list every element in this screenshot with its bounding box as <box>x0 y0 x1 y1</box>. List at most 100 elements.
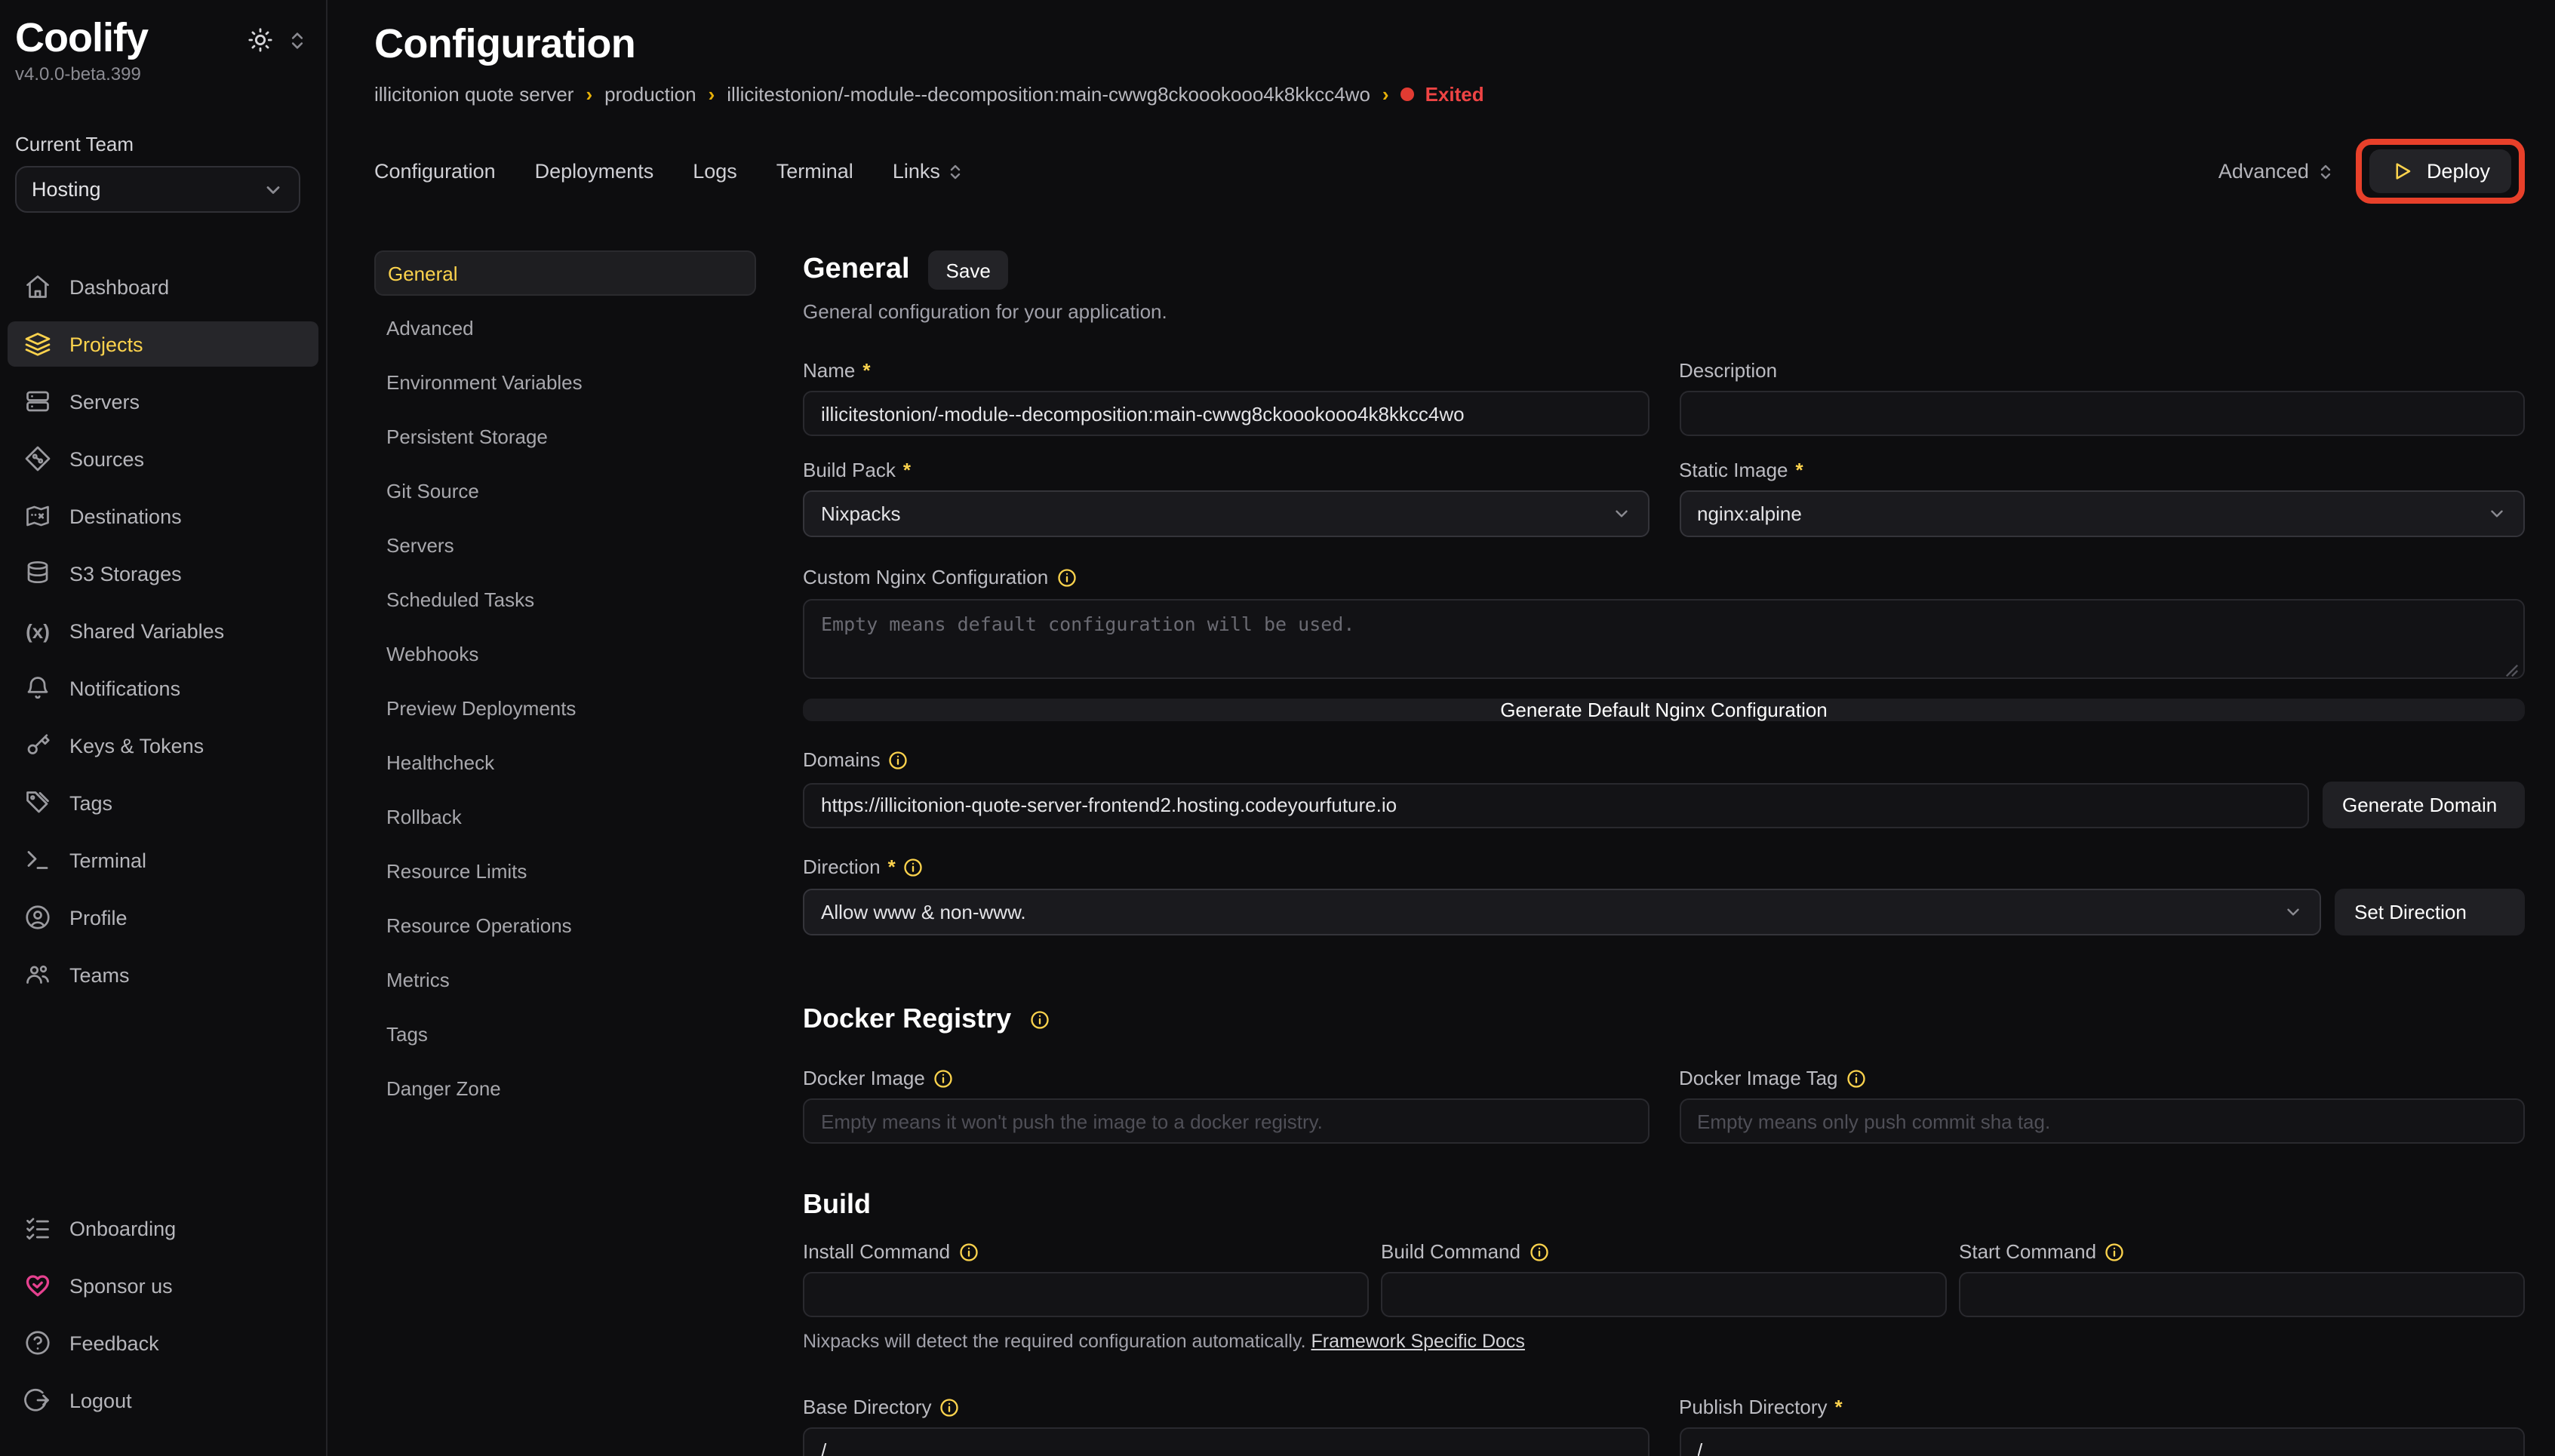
direction-select[interactable]: Allow www & non-www. <box>803 889 2321 935</box>
subnav-item-general[interactable]: General <box>374 250 756 296</box>
theme-switch-chevrons-icon[interactable] <box>287 29 308 51</box>
subnav-item-advanced[interactable]: Advanced <box>374 305 756 350</box>
name-input[interactable] <box>803 391 1649 436</box>
team-select[interactable]: Hosting <box>15 166 300 213</box>
sidebar-item-onboarding[interactable]: Onboarding <box>8 1206 318 1251</box>
generate-domain-button[interactable]: Generate Domain <box>2323 782 2525 828</box>
home-icon <box>24 273 51 300</box>
checklist-icon <box>24 1215 51 1242</box>
tab-configuration[interactable]: Configuration <box>374 160 496 183</box>
sidebar-item-tags[interactable]: Tags <box>8 780 318 825</box>
layers-icon <box>24 330 51 358</box>
static-image-select[interactable]: nginx:alpine <box>1679 490 2525 537</box>
subnav-item-servers[interactable]: Servers <box>374 522 756 567</box>
sidebar-item-servers[interactable]: Servers <box>8 379 318 424</box>
subnav-item-persistent-storage[interactable]: Persistent Storage <box>374 413 756 459</box>
breadcrumb: illicitonion quote server › production ›… <box>374 83 2525 106</box>
sidebar-item-teams[interactable]: Teams <box>8 952 318 997</box>
base-directory-input[interactable] <box>803 1427 1649 1456</box>
tab-logs[interactable]: Logs <box>693 160 737 183</box>
save-button[interactable]: Save <box>928 250 1009 290</box>
sidebar-item-label: Profile <box>69 906 128 929</box>
install-command-input[interactable] <box>803 1272 1369 1317</box>
build-command-input[interactable] <box>1381 1272 1947 1317</box>
resize-handle-icon[interactable] <box>2505 664 2519 677</box>
subnav-item-tags[interactable]: Tags <box>374 1011 756 1056</box>
build-pack-value: Nixpacks <box>821 502 901 525</box>
sidebar-item-keys-tokens[interactable]: Keys & Tokens <box>8 723 318 768</box>
info-icon[interactable] <box>933 1067 954 1089</box>
key-icon <box>24 732 51 759</box>
deploy-button-label: Deploy <box>2427 160 2490 183</box>
subnav-item-resource-limits[interactable]: Resource Limits <box>374 848 756 893</box>
sidebar-item-notifications[interactable]: Notifications <box>8 665 318 711</box>
docker-image-input[interactable] <box>803 1098 1649 1144</box>
advanced-dropdown[interactable]: Advanced <box>2218 160 2335 183</box>
app-version: v4.0.0-beta.399 <box>0 60 326 84</box>
info-icon[interactable] <box>888 749 909 770</box>
sidebar-item-feedback[interactable]: Feedback <box>8 1320 318 1365</box>
sidebar-item-profile[interactable]: Profile <box>8 895 318 940</box>
variables-icon: (x) <box>24 619 51 642</box>
required-asterisk: * <box>1835 1396 1843 1418</box>
app-logo: Coolify <box>15 15 148 60</box>
generate-nginx-button[interactable]: Generate Default Nginx Configuration <box>803 699 2525 721</box>
breadcrumb-application[interactable]: illicitestonion/-module--decomposition:m… <box>727 83 1370 106</box>
deploy-button[interactable]: Deploy <box>2369 149 2511 193</box>
configuration-content: General Advanced Environment Variables P… <box>374 250 2525 1456</box>
sidebar-item-terminal[interactable]: Terminal <box>8 837 318 883</box>
info-icon[interactable] <box>958 1241 979 1262</box>
start-command-input[interactable] <box>1959 1272 2525 1317</box>
subnav-item-scheduled-tasks[interactable]: Scheduled Tasks <box>374 576 756 622</box>
subnav-item-webhooks[interactable]: Webhooks <box>374 631 756 676</box>
sidebar-item-projects[interactable]: Projects <box>8 321 318 367</box>
sidebar-item-shared-variables[interactable]: (x) Shared Variables <box>8 608 318 653</box>
sidebar-item-dashboard[interactable]: Dashboard <box>8 264 318 309</box>
subnav-item-healthcheck[interactable]: Healthcheck <box>374 739 756 785</box>
custom-nginx-textarea[interactable] <box>803 599 2525 679</box>
breadcrumb-separator: › <box>586 83 592 106</box>
users-icon <box>24 961 51 988</box>
info-icon[interactable] <box>1846 1067 1867 1089</box>
install-command-label: Install Command <box>803 1240 1369 1263</box>
breadcrumb-environment[interactable]: production <box>604 83 696 106</box>
subnav-item-preview-deployments[interactable]: Preview Deployments <box>374 685 756 730</box>
info-icon[interactable] <box>1528 1241 1549 1262</box>
bell-icon <box>24 674 51 702</box>
subnav-item-danger-zone[interactable]: Danger Zone <box>374 1065 756 1110</box>
sidebar-item-logout[interactable]: Logout <box>8 1378 318 1423</box>
set-direction-button[interactable]: Set Direction <box>2335 889 2525 935</box>
info-icon[interactable] <box>2104 1241 2125 1262</box>
subnav-item-resource-operations[interactable]: Resource Operations <box>374 902 756 948</box>
description-input[interactable] <box>1679 391 2525 436</box>
subnav-item-git-source[interactable]: Git Source <box>374 468 756 513</box>
main-area: Configuration illicitonion quote server … <box>327 0 2555 1456</box>
info-icon[interactable] <box>903 856 924 877</box>
breadcrumb-project[interactable]: illicitonion quote server <box>374 83 573 106</box>
required-asterisk: * <box>1796 459 1803 481</box>
info-icon[interactable] <box>939 1396 961 1418</box>
info-icon[interactable] <box>1029 1009 1050 1030</box>
docker-image-tag-input[interactable] <box>1679 1098 2525 1144</box>
sidebar-item-label: Notifications <box>69 677 180 699</box>
build-pack-select[interactable]: Nixpacks <box>803 490 1649 537</box>
required-asterisk: * <box>903 459 911 481</box>
sidebar-item-destinations[interactable]: Destinations <box>8 493 318 539</box>
theme-sun-icon[interactable] <box>248 27 273 53</box>
info-icon[interactable] <box>1056 567 1077 588</box>
subnav-item-environment-variables[interactable]: Environment Variables <box>374 359 756 404</box>
subnav-item-metrics[interactable]: Metrics <box>374 957 756 1002</box>
section-description: General configuration for your applicati… <box>803 300 2525 323</box>
tab-terminal[interactable]: Terminal <box>776 160 853 183</box>
publish-directory-input[interactable] <box>1679 1427 2525 1456</box>
domains-input[interactable] <box>803 782 2309 828</box>
subnav-item-rollback[interactable]: Rollback <box>374 794 756 839</box>
chevron-down-icon <box>263 179 284 200</box>
sidebar-item-sponsor-us[interactable]: Sponsor us <box>8 1263 318 1308</box>
sidebar-item-label: S3 Storages <box>69 562 182 585</box>
tab-links[interactable]: Links <box>893 160 964 183</box>
sidebar-item-s3-storages[interactable]: S3 Storages <box>8 551 318 596</box>
sidebar-item-sources[interactable]: Sources <box>8 436 318 481</box>
tab-deployments[interactable]: Deployments <box>535 160 654 183</box>
framework-docs-link[interactable]: Framework Specific Docs <box>1311 1331 1525 1352</box>
